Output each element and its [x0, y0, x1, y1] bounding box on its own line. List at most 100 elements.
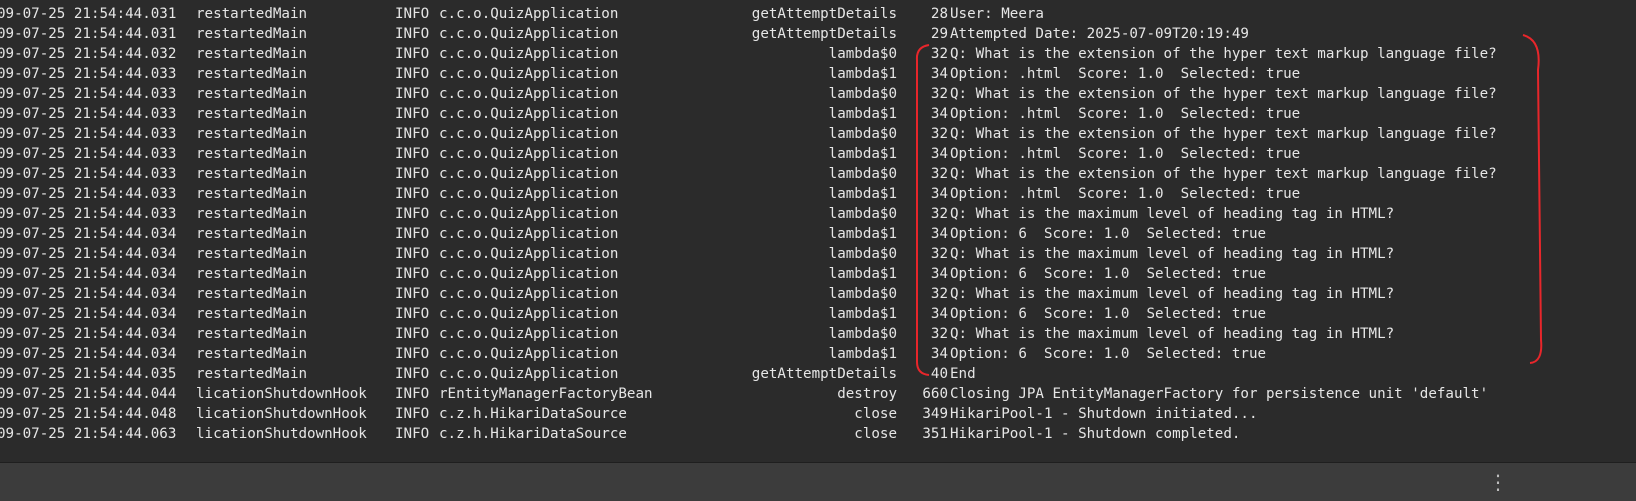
- log-line: 09-07-25 21:54:44.032 restartedMain INFO c.…: [0, 44, 1636, 64]
- log-logger: c.c.o.QuizApplication: [439, 326, 619, 342]
- log-level: INFO: [395, 86, 430, 102]
- more-options-icon[interactable]: ⋮: [1488, 471, 1508, 493]
- log-message: Option: 6 Score: 1.0 Selected: true: [950, 306, 1267, 322]
- log-method: close: [854, 426, 897, 442]
- log-message: End: [950, 366, 976, 382]
- log-timestamp: 09-07-25 21:54:44.031: [0, 26, 177, 42]
- log-line: 09-07-25 21:54:44.034 restartedMain INFO c.…: [0, 304, 1636, 324]
- log-message: Option: 6 Score: 1.0 Selected: true: [950, 266, 1267, 282]
- log-method: lambda$1: [828, 146, 897, 162]
- log-thread: restartedMain: [196, 346, 308, 362]
- log-logger: c.c.o.QuizApplication: [439, 86, 619, 102]
- log-line: 09-07-25 21:54:44.033 restartedMain INFO c.…: [0, 104, 1636, 124]
- log-line: 09-07-25 21:54:44.034 restartedMain INFO c.…: [0, 324, 1636, 344]
- log-line-number: 660: [922, 386, 948, 402]
- log-message: Q: What is the maximum level of heading …: [950, 286, 1395, 302]
- log-logger: c.c.o.QuizApplication: [439, 186, 619, 202]
- log-line: 09-07-25 21:54:44.033 restartedMain INFO c.…: [0, 84, 1636, 104]
- log-line-number: 349: [922, 406, 948, 422]
- log-thread: restartedMain: [196, 166, 308, 182]
- log-line: 09-07-25 21:54:44.034 restartedMain INFO c.…: [0, 284, 1636, 304]
- log-method: lambda$1: [828, 346, 897, 362]
- log-message: Closing JPA EntityManagerFactory for per…: [950, 386, 1489, 402]
- log-thread: restartedMain: [196, 246, 308, 262]
- log-thread: licationShutdownHook: [196, 406, 367, 422]
- status-bar: ⋮: [0, 462, 1636, 501]
- log-message: Q: What is the extension of the hyper te…: [950, 46, 1497, 62]
- log-level: INFO: [395, 146, 430, 162]
- log-method: lambda$0: [828, 86, 897, 102]
- log-message: Option: .html Score: 1.0 Selected: true: [950, 186, 1301, 202]
- log-message: HikariPool-1 - Shutdown completed.: [950, 426, 1241, 442]
- log-message: Option: 6 Score: 1.0 Selected: true: [950, 226, 1267, 242]
- log-line: 09-07-25 21:54:44.034 restartedMain INFO c.…: [0, 344, 1636, 364]
- log-line: 09-07-25 21:54:44.034 restartedMain INFO c.…: [0, 244, 1636, 264]
- log-logger: c.c.o.QuizApplication: [439, 126, 619, 142]
- log-line-number: 34: [930, 346, 948, 362]
- log-message: HikariPool-1 - Shutdown initiated...: [950, 406, 1258, 422]
- log-level: INFO: [395, 226, 430, 242]
- log-timestamp: 09-07-25 21:54:44.035: [0, 366, 177, 382]
- log-timestamp: 09-07-25 21:54:44.034: [0, 226, 177, 242]
- log-timestamp: 09-07-25 21:54:44.048: [0, 406, 177, 422]
- log-level: INFO: [395, 306, 430, 322]
- log-line: 09-07-25 21:54:44.034 restartedMain INFO c.…: [0, 224, 1636, 244]
- console-output[interactable]: 09-07-25 21:54:44.031 restartedMain INFO c.…: [0, 0, 1636, 462]
- log-method: lambda$1: [828, 186, 897, 202]
- log-level: INFO: [395, 266, 430, 282]
- log-timestamp: 09-07-25 21:54:44.033: [0, 206, 177, 222]
- log-line-number: 34: [930, 226, 948, 242]
- log-line: 09-07-25 21:54:44.063 licationShutdownHoo…: [0, 424, 1636, 444]
- log-method: getAttemptDetails: [751, 26, 897, 42]
- log-thread: restartedMain: [196, 286, 308, 302]
- log-line-number: 32: [930, 246, 948, 262]
- log-thread: restartedMain: [196, 66, 308, 82]
- log-thread: licationShutdownHook: [196, 426, 367, 442]
- log-timestamp: 09-07-25 21:54:44.034: [0, 346, 177, 362]
- log-message: Attempted Date: 2025-07-09T20:19:49: [950, 26, 1249, 42]
- log-method: lambda$0: [828, 286, 897, 302]
- log-message: Option: .html Score: 1.0 Selected: true: [950, 66, 1301, 82]
- log-logger: c.c.o.QuizApplication: [439, 66, 619, 82]
- log-logger: c.c.o.QuizApplication: [439, 6, 619, 22]
- log-line-number: 34: [930, 306, 948, 322]
- log-method: getAttemptDetails: [751, 6, 897, 22]
- log-method: lambda$1: [828, 106, 897, 122]
- log-level: INFO: [395, 66, 430, 82]
- log-method: lambda$1: [828, 226, 897, 242]
- log-timestamp: 09-07-25 21:54:44.034: [0, 326, 177, 342]
- log-method: lambda$1: [828, 306, 897, 322]
- log-message: Q: What is the maximum level of heading …: [950, 206, 1395, 222]
- log-line: 09-07-25 21:54:44.035 restartedMain INFO c.…: [0, 364, 1636, 384]
- log-level: INFO: [395, 346, 430, 362]
- log-thread: restartedMain: [196, 226, 308, 242]
- log-thread: restartedMain: [196, 86, 308, 102]
- log-method: getAttemptDetails: [751, 366, 897, 382]
- log-timestamp: 09-07-25 21:54:44.034: [0, 246, 177, 262]
- log-level: INFO: [395, 26, 430, 42]
- log-timestamp: 09-07-25 21:54:44.034: [0, 286, 177, 302]
- log-line-number: 28: [930, 6, 948, 22]
- log-level: INFO: [395, 6, 430, 22]
- log-logger: c.c.o.QuizApplication: [439, 346, 619, 362]
- log-thread: restartedMain: [196, 106, 308, 122]
- log-timestamp: 09-07-25 21:54:44.032: [0, 46, 177, 62]
- log-line-number: 32: [930, 166, 948, 182]
- log-line: 09-07-25 21:54:44.033 restartedMain INFO c.…: [0, 164, 1636, 184]
- log-line-number: 40: [930, 366, 948, 382]
- log-line-number: 32: [930, 86, 948, 102]
- log-line-number: 34: [930, 106, 948, 122]
- log-method: close: [854, 406, 897, 422]
- log-line-number: 32: [930, 46, 948, 62]
- log-thread: licationShutdownHook: [196, 386, 367, 402]
- log-timestamp: 09-07-25 21:54:44.033: [0, 146, 177, 162]
- log-line-number: 34: [930, 66, 948, 82]
- log-logger: c.c.o.QuizApplication: [439, 226, 619, 242]
- log-line-number: 32: [930, 206, 948, 222]
- log-message: Q: What is the maximum level of heading …: [950, 246, 1395, 262]
- log-line-number: 34: [930, 266, 948, 282]
- log-method: destroy: [837, 386, 897, 402]
- log-thread: restartedMain: [196, 46, 308, 62]
- log-timestamp: 09-07-25 21:54:44.033: [0, 66, 177, 82]
- log-timestamp: 09-07-25 21:54:44.044: [0, 386, 177, 402]
